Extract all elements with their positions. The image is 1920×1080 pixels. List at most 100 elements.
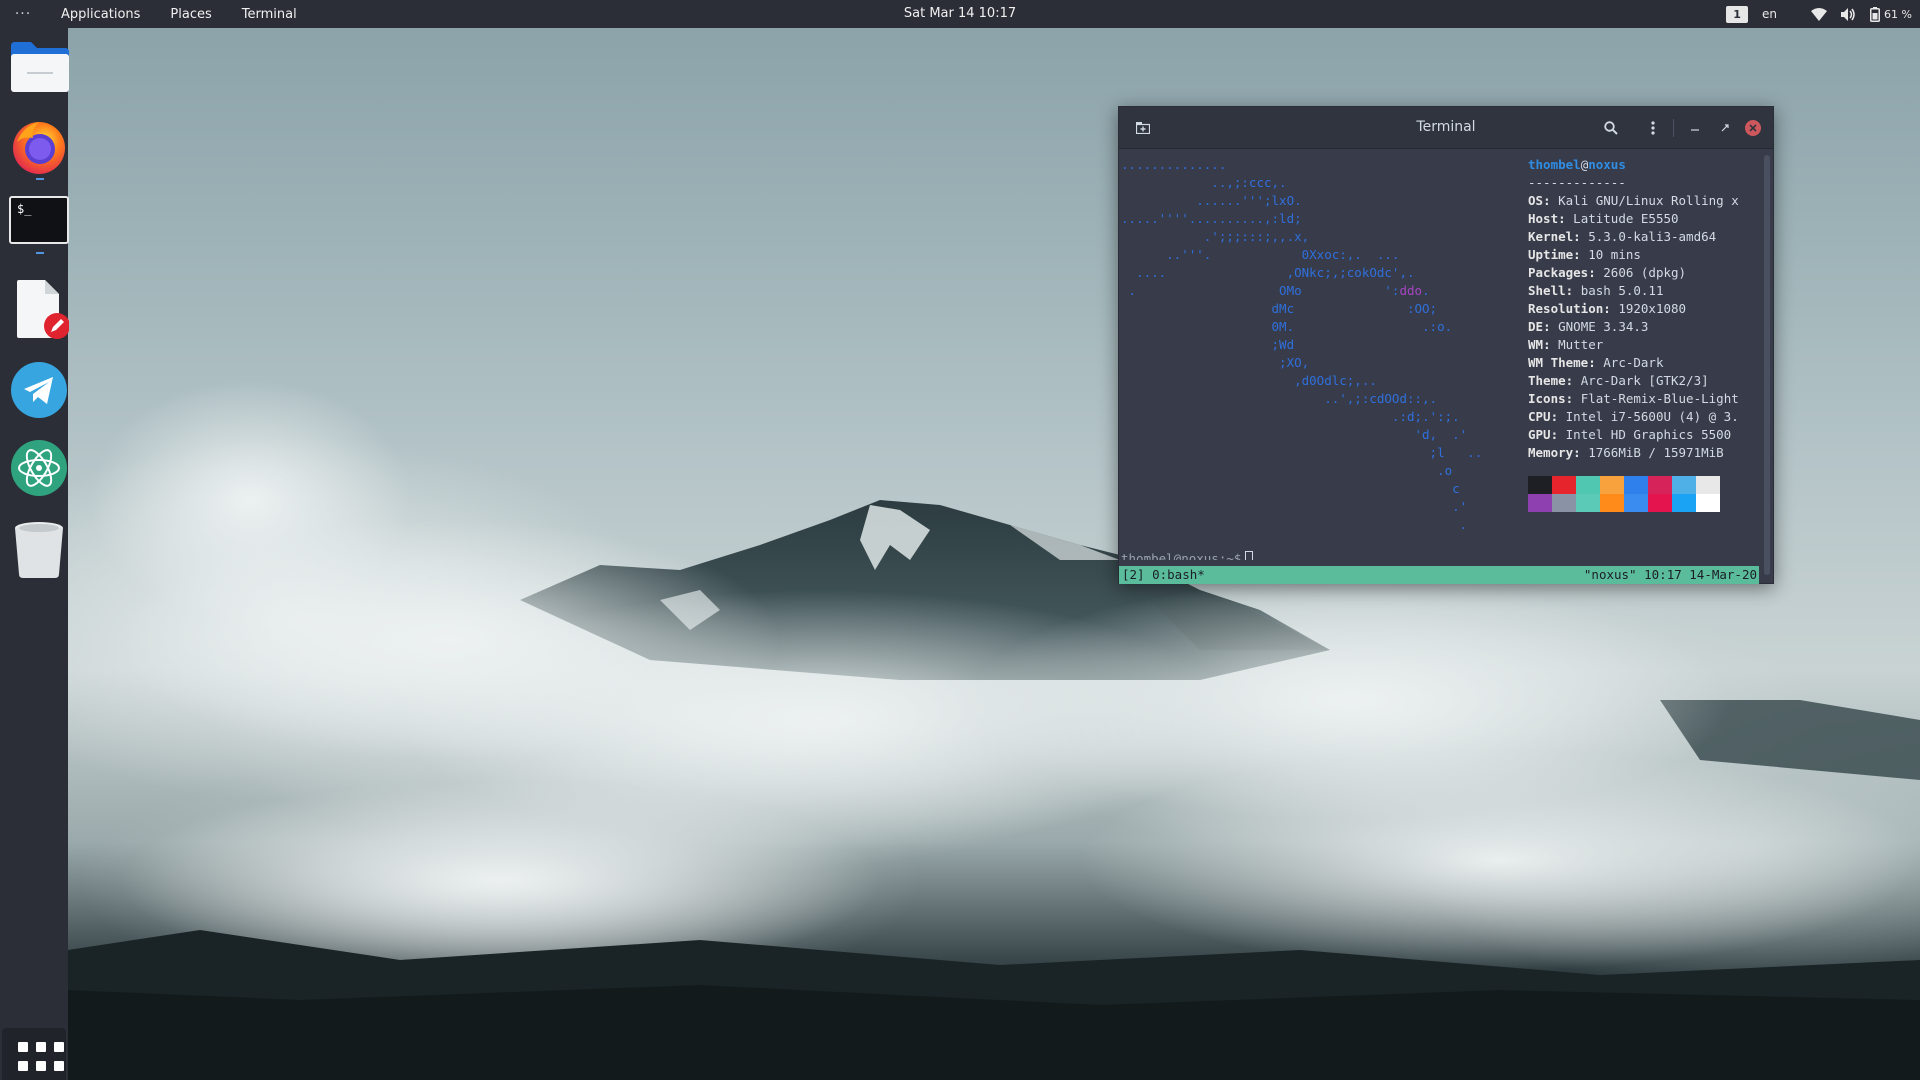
activities-button[interactable]: ···: [0, 6, 46, 22]
neofetch-field: Host: Latitude E5550: [1528, 211, 1679, 226]
neofetch-key: Shell: [1528, 283, 1566, 298]
places-menu[interactable]: Places: [155, 7, 226, 22]
neofetch-field: GPU: Intel HD Graphics 5500: [1528, 427, 1732, 442]
battery-indicator[interactable]: 61 %: [1870, 6, 1912, 22]
new-tab-button[interactable]: [1133, 118, 1153, 138]
neofetch-user: thombel: [1528, 157, 1581, 172]
neofetch-key: OS: [1528, 193, 1544, 208]
wifi-icon[interactable]: [1811, 7, 1828, 21]
terminal-header-bar[interactable]: Terminal: [1119, 107, 1773, 149]
neofetch-value: 5.3.0-kali3-amd64: [1588, 229, 1717, 244]
app-grid-icon: [18, 1042, 28, 1052]
keyboard-layout[interactable]: en: [1762, 7, 1777, 21]
terminal-scrollbar[interactable]: [1764, 155, 1770, 575]
neofetch-field: Resolution: 1920x1080: [1528, 301, 1687, 316]
palette-swatch: [1648, 476, 1672, 494]
ascii-line: dMc :OO;: [1121, 301, 1438, 316]
tmux-status-bar: [2] 0:bash* "noxus" 10:17 14-Mar-20: [1119, 566, 1759, 584]
ascii-line: .... ,ONkc;,;cokOdc',.: [1121, 265, 1415, 280]
neofetch-field: Memory: 1766MiB / 15971MiB: [1528, 445, 1724, 460]
palette-row-top: [1528, 476, 1720, 494]
neofetch-key: WM: [1528, 337, 1544, 352]
terminal-window[interactable]: Terminal .............. ..,;:ccc,. .....…: [1118, 106, 1774, 584]
top-bar: ··· Applications Places Terminal Sat Mar…: [0, 0, 1920, 28]
palette-swatch: [1696, 476, 1720, 494]
neofetch-field: WM: Mutter: [1528, 337, 1604, 352]
neofetch-info: thombel@noxus ------------- OS: Kali GNU…: [1528, 156, 1768, 462]
ascii-line: ;l ..: [1121, 445, 1483, 460]
palette-swatch: [1576, 476, 1600, 494]
color-palette: [1528, 476, 1720, 512]
kebab-menu-icon: [1651, 121, 1655, 135]
neofetch-value: 10 mins: [1588, 247, 1641, 262]
neofetch-value: Arc-Dark: [1603, 355, 1664, 370]
dock-item-firefox[interactable]: [9, 116, 69, 180]
neofetch-value: 1766MiB / 15971MiB: [1588, 445, 1724, 460]
clock[interactable]: Sat Mar 14 10:17: [904, 6, 1016, 21]
terminal-content[interactable]: .............. ..,;:ccc,. ......''';lxO.…: [1119, 150, 1773, 560]
text-cursor: [1245, 551, 1254, 560]
ascii-line: 'd, .': [1121, 427, 1468, 442]
neofetch-key: Kernel: [1528, 229, 1574, 244]
running-indicator: [36, 252, 44, 254]
neofetch-key: Uptime: [1528, 247, 1574, 262]
neofetch-field: DE: GNOME 3.34.3: [1528, 319, 1649, 334]
neofetch-value: 2606 (dpkg): [1603, 265, 1687, 280]
battery-percent: 61 %: [1884, 7, 1912, 21]
ascii-line: .o: [1121, 463, 1453, 478]
workspace-indicator[interactable]: 1: [1726, 5, 1749, 23]
neofetch-value: Flat-Remix-Blue-Light: [1580, 391, 1739, 406]
menu-button[interactable]: [1643, 118, 1663, 138]
palette-swatch: [1552, 476, 1576, 494]
search-button[interactable]: [1601, 118, 1621, 138]
neofetch-value: Mutter: [1558, 337, 1604, 352]
firefox-icon: [13, 122, 65, 174]
palette-swatch: [1648, 494, 1672, 512]
ascii-line: ;XO,: [1121, 355, 1310, 370]
maximize-button[interactable]: [1715, 118, 1735, 138]
neofetch-key: WM Theme: [1528, 355, 1589, 370]
dock-item-atom[interactable]: [9, 438, 69, 502]
ascii-line: .';;;:::;,,.x,: [1121, 229, 1310, 244]
neofetch-key: GPU: [1528, 427, 1551, 442]
palette-swatch: [1672, 494, 1696, 512]
dock-item-terminal[interactable]: $_: [9, 196, 69, 260]
ascii-line: .: [1121, 517, 1468, 532]
neofetch-value: bash 5.0.11: [1580, 283, 1664, 298]
minimize-button[interactable]: [1685, 118, 1705, 138]
neofetch-field: Kernel: 5.3.0-kali3-amd64: [1528, 229, 1717, 244]
dock-item-telegram[interactable]: [9, 360, 69, 424]
dock-item-files[interactable]: [9, 38, 69, 102]
neofetch-field: WM Theme: Arc-Dark: [1528, 355, 1664, 370]
volume-icon[interactable]: [1841, 7, 1856, 21]
neofetch-value: Arc-Dark [GTK2/3]: [1580, 373, 1709, 388]
palette-swatch: [1624, 476, 1648, 494]
tmux-window-list[interactable]: [2] 0:bash*: [1122, 566, 1205, 584]
applications-menu[interactable]: Applications: [46, 7, 155, 22]
terminal-title-container: Terminal: [1119, 119, 1773, 135]
close-button[interactable]: [1743, 118, 1763, 138]
running-indicator: [36, 178, 44, 180]
terminal-app-menu[interactable]: Terminal: [227, 7, 312, 22]
neofetch-value: Kali GNU/Linux Rolling x: [1558, 193, 1739, 208]
ascii-line: c: [1121, 481, 1460, 496]
search-icon: [1604, 121, 1618, 135]
ascii-line: ..',;:cdOOd::,.: [1121, 391, 1438, 406]
shell-prompt[interactable]: thombel@noxus:~$: [1121, 550, 1254, 560]
neofetch-key: Memory: [1528, 445, 1574, 460]
neofetch-value: 1920x1080: [1618, 301, 1687, 316]
ascii-line: ..............: [1121, 157, 1227, 172]
neofetch-key: Theme: [1528, 373, 1566, 388]
dock: $_: [0, 28, 70, 1080]
dock-item-trash[interactable]: [9, 518, 69, 582]
text-editor-icon: [17, 280, 70, 339]
atom-icon: [11, 440, 67, 496]
palette-swatch: [1576, 494, 1600, 512]
neofetch-key: Icons: [1528, 391, 1566, 406]
neofetch-field: Icons: Flat-Remix-Blue-Light: [1528, 391, 1739, 406]
show-applications-button[interactable]: [2, 1028, 66, 1080]
neofetch-host: noxus: [1588, 157, 1626, 172]
neofetch-key: Host: [1528, 211, 1559, 226]
neofetch-user-host: thombel@noxus: [1528, 156, 1768, 174]
dock-item-text-editor[interactable]: [9, 278, 70, 342]
